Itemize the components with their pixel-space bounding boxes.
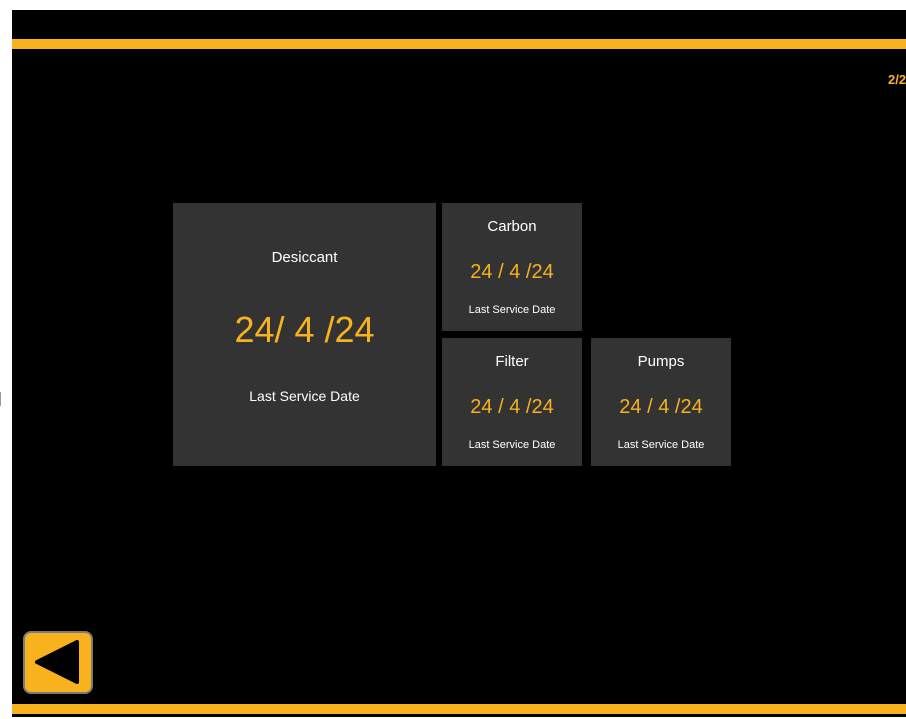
carbon-title: Carbon [487, 218, 537, 235]
top-accent-bar [12, 39, 906, 49]
desiccant-caption: Last Service Date [249, 388, 360, 404]
pumps-title: Pumps [637, 353, 685, 370]
carbon-service-date: 24 / 4 /24 [470, 261, 554, 283]
filter-service-date: 24 / 4 /24 [470, 396, 554, 418]
carbon-caption: Last Service Date [468, 304, 556, 316]
page-indicator: 2/2 [888, 72, 906, 87]
back-button[interactable] [23, 631, 93, 694]
window-edge-mark [0, 392, 3, 406]
desiccant-tile[interactable]: Desiccant 24/ 4 /24 Last Service Date [173, 203, 436, 466]
triangle-left-icon [35, 640, 79, 684]
filter-title: Filter [495, 353, 529, 370]
hmi-screen: 2/2 Desiccant 24/ 4 /24 Last Service Dat… [12, 10, 906, 717]
pumps-tile[interactable]: Pumps 24 / 4 /24 Last Service Date [591, 338, 731, 466]
carbon-tile[interactable]: Carbon 24 / 4 /24 Last Service Date [442, 203, 582, 331]
desiccant-title: Desiccant [271, 249, 338, 266]
filter-caption: Last Service Date [468, 439, 556, 451]
bottom-accent-bar [12, 704, 906, 714]
filter-tile[interactable]: Filter 24 / 4 /24 Last Service Date [442, 338, 582, 466]
pumps-caption: Last Service Date [617, 439, 705, 451]
pumps-service-date: 24 / 4 /24 [619, 396, 703, 418]
desiccant-service-date: 24/ 4 /24 [234, 309, 375, 350]
